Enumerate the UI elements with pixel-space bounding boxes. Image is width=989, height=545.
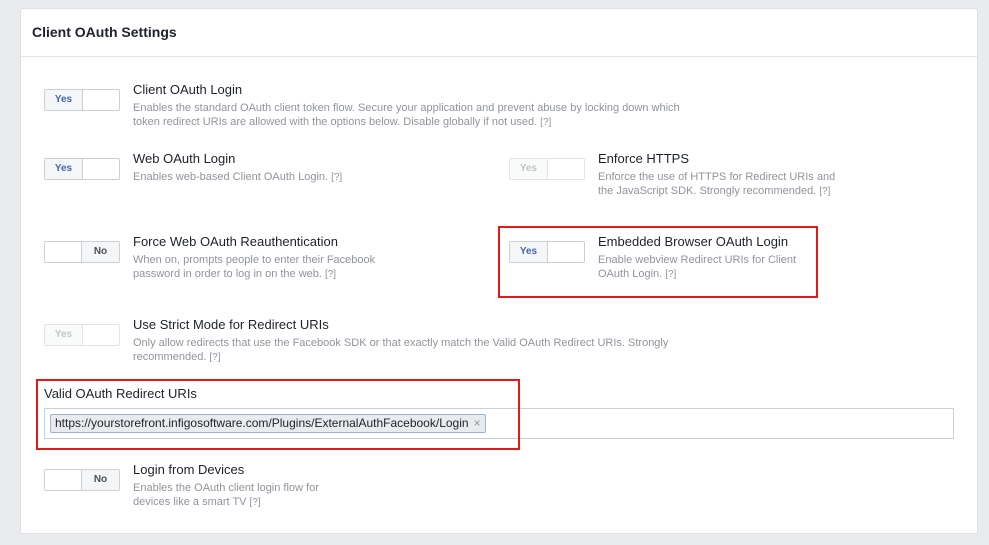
force-web-reauth-toggle[interactable]: No	[44, 241, 120, 263]
redirect-uri-token: https://yourstorefront.infigosoftware.co…	[50, 414, 486, 433]
force-web-reauth-desc: When on, prompts people to enter their F…	[133, 253, 378, 282]
toggle-yes-label: Yes	[510, 159, 548, 179]
client-oauth-login-title: Client OAuth Login	[133, 82, 243, 97]
help-link[interactable]: [?]	[819, 186, 830, 197]
web-oauth-login-title: Web OAuth Login	[133, 151, 236, 166]
force-web-reauth-desc-text: When on, prompts people to enter their F…	[133, 254, 376, 280]
redirect-uris-input[interactable]: https://yourstorefront.infigosoftware.co…	[44, 408, 954, 439]
panel-header: Client OAuth Settings	[21, 9, 977, 57]
enforce-https-toggle[interactable]: Yes	[509, 158, 585, 180]
web-oauth-login-desc: Enables web-based Client OAuth Login. [?]	[133, 170, 433, 185]
client-oauth-login-desc-text: Enables the standard OAuth client token …	[133, 102, 680, 128]
login-from-devices-title: Login from Devices	[133, 462, 245, 477]
login-from-devices-toggle[interactable]: No	[44, 469, 120, 491]
toggle-yes-label: Yes	[45, 159, 83, 179]
toggle-no-label: No	[81, 242, 119, 262]
embedded-browser-login-desc-text: Enable webview Redirect URIs for Client …	[598, 254, 797, 280]
strict-mode-title: Use Strict Mode for Redirect URIs	[133, 317, 329, 332]
redirect-uri-value: https://yourstorefront.infigosoftware.co…	[55, 416, 469, 430]
toggle-yes-label: Yes	[510, 242, 548, 262]
login-from-devices-desc: Enables the OAuth client login flow for …	[133, 481, 348, 510]
force-web-reauth-title: Force Web OAuth Reauthentication	[133, 234, 338, 249]
help-link[interactable]: [?]	[665, 269, 676, 280]
panel-title: Client OAuth Settings	[32, 24, 177, 40]
login-from-devices-desc-text: Enables the OAuth client login flow for …	[133, 482, 319, 508]
toggle-yes-label: Yes	[45, 90, 83, 110]
help-link[interactable]: [?]	[250, 497, 261, 508]
strict-mode-desc: Only allow redirects that use the Facebo…	[133, 336, 723, 365]
web-oauth-login-desc-text: Enables web-based Client OAuth Login.	[133, 171, 329, 183]
remove-token-icon[interactable]: ×	[474, 416, 481, 430]
client-oauth-login-toggle[interactable]: Yes	[44, 89, 120, 111]
redirect-uris-label: Valid OAuth Redirect URIs	[44, 386, 197, 401]
help-link[interactable]: [?]	[331, 172, 342, 183]
toggle-no-label: No	[81, 470, 119, 490]
help-link[interactable]: [?]	[325, 269, 336, 280]
help-link[interactable]: [?]	[209, 352, 220, 363]
enforce-https-desc-text: Enforce the use of HTTPS for Redirect UR…	[598, 171, 836, 197]
strict-mode-toggle[interactable]: Yes	[44, 324, 120, 346]
embedded-browser-login-toggle[interactable]: Yes	[509, 241, 585, 263]
enforce-https-title: Enforce HTTPS	[598, 151, 690, 166]
embedded-browser-login-title: Embedded Browser OAuth Login	[598, 234, 789, 249]
embedded-browser-login-desc: Enable webview Redirect URIs for Client …	[598, 253, 813, 282]
help-link[interactable]: [?]	[540, 117, 551, 128]
toggle-yes-label: Yes	[45, 325, 83, 345]
web-oauth-login-toggle[interactable]: Yes	[44, 158, 120, 180]
enforce-https-desc: Enforce the use of HTTPS for Redirect UR…	[598, 170, 838, 199]
client-oauth-login-desc: Enables the standard OAuth client token …	[133, 101, 703, 130]
